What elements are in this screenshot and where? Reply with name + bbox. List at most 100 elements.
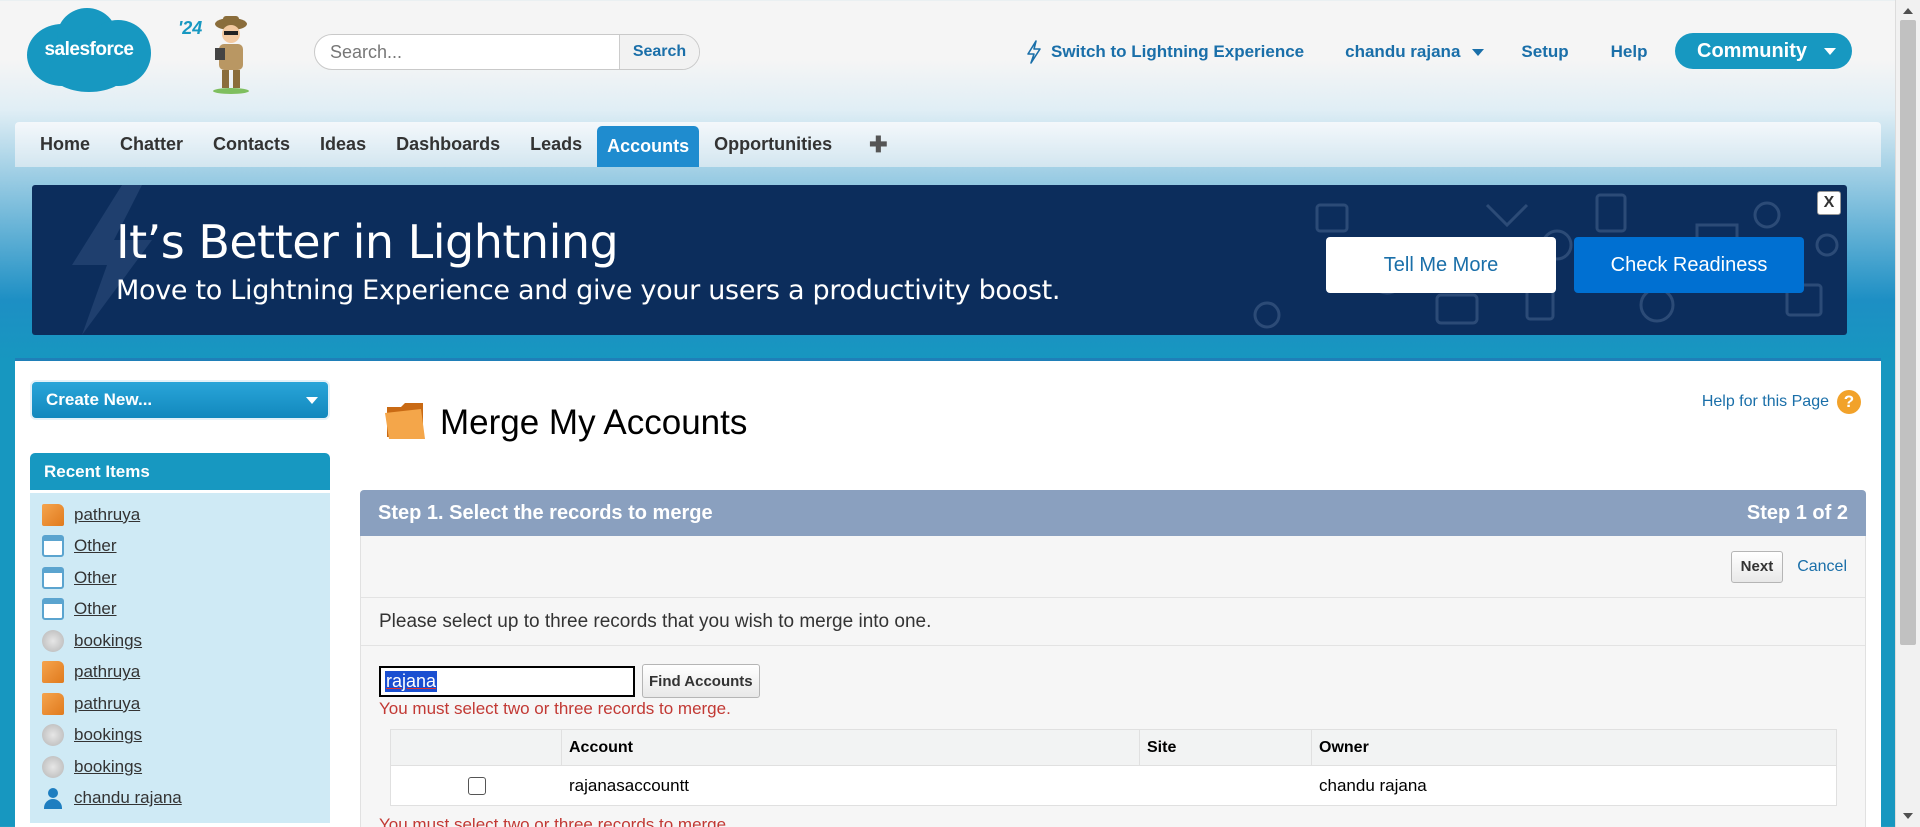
- scroll-up-arrow-icon[interactable]: [1903, 8, 1913, 14]
- help-for-page-label: Help for this Page: [1701, 393, 1829, 410]
- recent-item-label[interactable]: pathruya: [74, 505, 140, 525]
- recent-item[interactable]: bookings: [42, 720, 330, 752]
- tab-dashboards[interactable]: Dashboards: [381, 122, 515, 167]
- tell-me-more-button[interactable]: Tell Me More: [1326, 237, 1556, 293]
- salesforce-logo[interactable]: salesforce: [27, 6, 151, 92]
- account-folder-icon: [385, 403, 425, 439]
- recent-item-label[interactable]: bookings: [74, 725, 142, 745]
- recent-item[interactable]: pathruya: [42, 657, 330, 689]
- error-message-bottom: You must select two or three records to …: [379, 815, 731, 827]
- recent-item-label[interactable]: pathruya: [74, 694, 140, 714]
- recent-item[interactable]: Other: [42, 594, 330, 626]
- cancel-link[interactable]: Cancel: [1797, 558, 1847, 576]
- button-row: Next Cancel: [361, 536, 1865, 598]
- row-checkbox[interactable]: [467, 776, 486, 795]
- table-header: Account Site Owner: [391, 730, 1836, 766]
- booking-icon: [42, 629, 64, 652]
- community-menu-button[interactable]: Community: [1675, 33, 1852, 69]
- banner-subtitle: Move to Lightning Experience and give yo…: [116, 275, 1061, 306]
- logo-text: salesforce: [44, 39, 134, 60]
- recent-item[interactable]: bookings: [42, 751, 330, 783]
- step-title: Step 1. Select the records to merge: [378, 501, 713, 524]
- tab-leads[interactable]: Leads: [515, 122, 597, 167]
- step-header: Step 1. Select the records to merge Step…: [360, 490, 1866, 536]
- account-cell: rajanasaccountt: [569, 775, 690, 795]
- vertical-scrollbar[interactable]: [1895, 0, 1920, 827]
- create-new-dropdown[interactable]: Create New...: [30, 380, 330, 420]
- header-site: Site: [1140, 730, 1312, 765]
- table-row: rajanasaccountt chandu rajana: [391, 766, 1836, 805]
- recent-item-label[interactable]: Other: [74, 568, 117, 588]
- chevron-down-icon: [306, 397, 318, 404]
- global-header: salesforce '24 Search Switch to Lightnin…: [0, 0, 1895, 120]
- sidebar: Create New... Recent Items pathruya Othe…: [30, 380, 330, 823]
- header-select: [391, 730, 562, 765]
- check-readiness-button[interactable]: Check Readiness: [1574, 237, 1804, 293]
- lightning-bolt-icon: [1027, 40, 1041, 64]
- switch-to-lightning-label: Switch to Lightning Experience: [1051, 42, 1305, 61]
- setup-link[interactable]: Setup: [1521, 42, 1568, 62]
- help-for-page-link[interactable]: Help for this Page ?: [1702, 390, 1861, 414]
- lightning-banner: It’s Better in Lightning Move to Lightni…: [32, 185, 1847, 335]
- user-name: chandu rajana: [1345, 42, 1461, 61]
- account-search-value: rajana: [385, 670, 438, 692]
- recent-item-label[interactable]: pathruya: [74, 662, 140, 682]
- recent-item[interactable]: Other: [42, 531, 330, 563]
- recent-item-label[interactable]: bookings: [74, 757, 142, 777]
- close-banner-button[interactable]: X: [1817, 191, 1841, 215]
- recent-items-list: pathruya Other Other Other bookings path…: [30, 493, 330, 823]
- recent-item-label[interactable]: chandu rajana: [74, 788, 182, 808]
- switch-to-lightning-link[interactable]: Switch to Lightning Experience: [1025, 40, 1304, 64]
- mascot-icon: '24: [178, 8, 268, 94]
- step-count: Step 1 of 2: [1746, 501, 1848, 524]
- chevron-down-icon: [1824, 48, 1836, 55]
- recent-item-label[interactable]: bookings: [74, 631, 142, 651]
- calendar-icon: [42, 598, 64, 621]
- scroll-down-arrow-icon[interactable]: [1903, 813, 1913, 819]
- main-content: Merge My Accounts Help for this Page ? S…: [360, 361, 1866, 827]
- create-new-label: Create New...: [46, 390, 153, 409]
- tab-opportunities[interactable]: Opportunities: [699, 122, 847, 167]
- find-accounts-button[interactable]: Find Accounts: [642, 664, 760, 698]
- search-button[interactable]: Search: [619, 35, 699, 69]
- search-input[interactable]: [315, 35, 619, 69]
- account-search-input[interactable]: rajana: [379, 665, 635, 697]
- tab-home[interactable]: Home: [25, 122, 105, 167]
- chevron-down-icon: [1472, 48, 1485, 56]
- banner-title: It’s Better in Lightning: [116, 215, 619, 269]
- calendar-icon: [42, 566, 64, 589]
- global-search: Search: [314, 34, 700, 70]
- all-tabs-plus-icon[interactable]: ✚: [847, 122, 902, 167]
- recent-item[interactable]: pathruya: [42, 499, 330, 531]
- tab-accounts[interactable]: Accounts: [597, 126, 700, 167]
- user-icon: [42, 787, 64, 810]
- header-account: Account: [562, 730, 1140, 765]
- recent-item-label[interactable]: Other: [74, 599, 117, 619]
- user-menu[interactable]: chandu rajana: [1345, 42, 1485, 62]
- next-button[interactable]: Next: [1730, 550, 1784, 583]
- page-body: Create New... Recent Items pathruya Othe…: [15, 358, 1881, 827]
- help-link[interactable]: Help: [1611, 42, 1648, 62]
- recent-item[interactable]: chandu rajana: [42, 783, 330, 815]
- recent-item-label[interactable]: Other: [74, 536, 117, 556]
- community-label: Community: [1697, 39, 1807, 62]
- recent-items-header: Recent Items: [30, 453, 330, 490]
- tab-contacts[interactable]: Contacts: [198, 122, 305, 167]
- owner-cell: chandu rajana: [1319, 775, 1427, 795]
- recent-item[interactable]: bookings: [42, 625, 330, 657]
- account-icon: [42, 692, 64, 715]
- instructions-text: Please select up to three records that y…: [361, 598, 1865, 646]
- recent-item[interactable]: pathruya: [42, 688, 330, 720]
- results-table: Account Site Owner rajanasaccountt chand…: [390, 729, 1837, 806]
- tab-bar: Home Chatter Contacts Ideas Dashboards L…: [15, 122, 1881, 167]
- row-select-cell: [391, 766, 562, 805]
- header-owner: Owner: [1319, 738, 1369, 756]
- booking-icon: [42, 724, 64, 747]
- step-panel: Next Cancel Please select up to three re…: [360, 536, 1866, 827]
- recent-item[interactable]: Other: [42, 562, 330, 594]
- scroll-thumb[interactable]: [1900, 20, 1916, 645]
- calendar-icon: [42, 535, 64, 558]
- tab-ideas[interactable]: Ideas: [305, 122, 381, 167]
- tab-chatter[interactable]: Chatter: [105, 122, 198, 167]
- booking-icon: [42, 755, 64, 778]
